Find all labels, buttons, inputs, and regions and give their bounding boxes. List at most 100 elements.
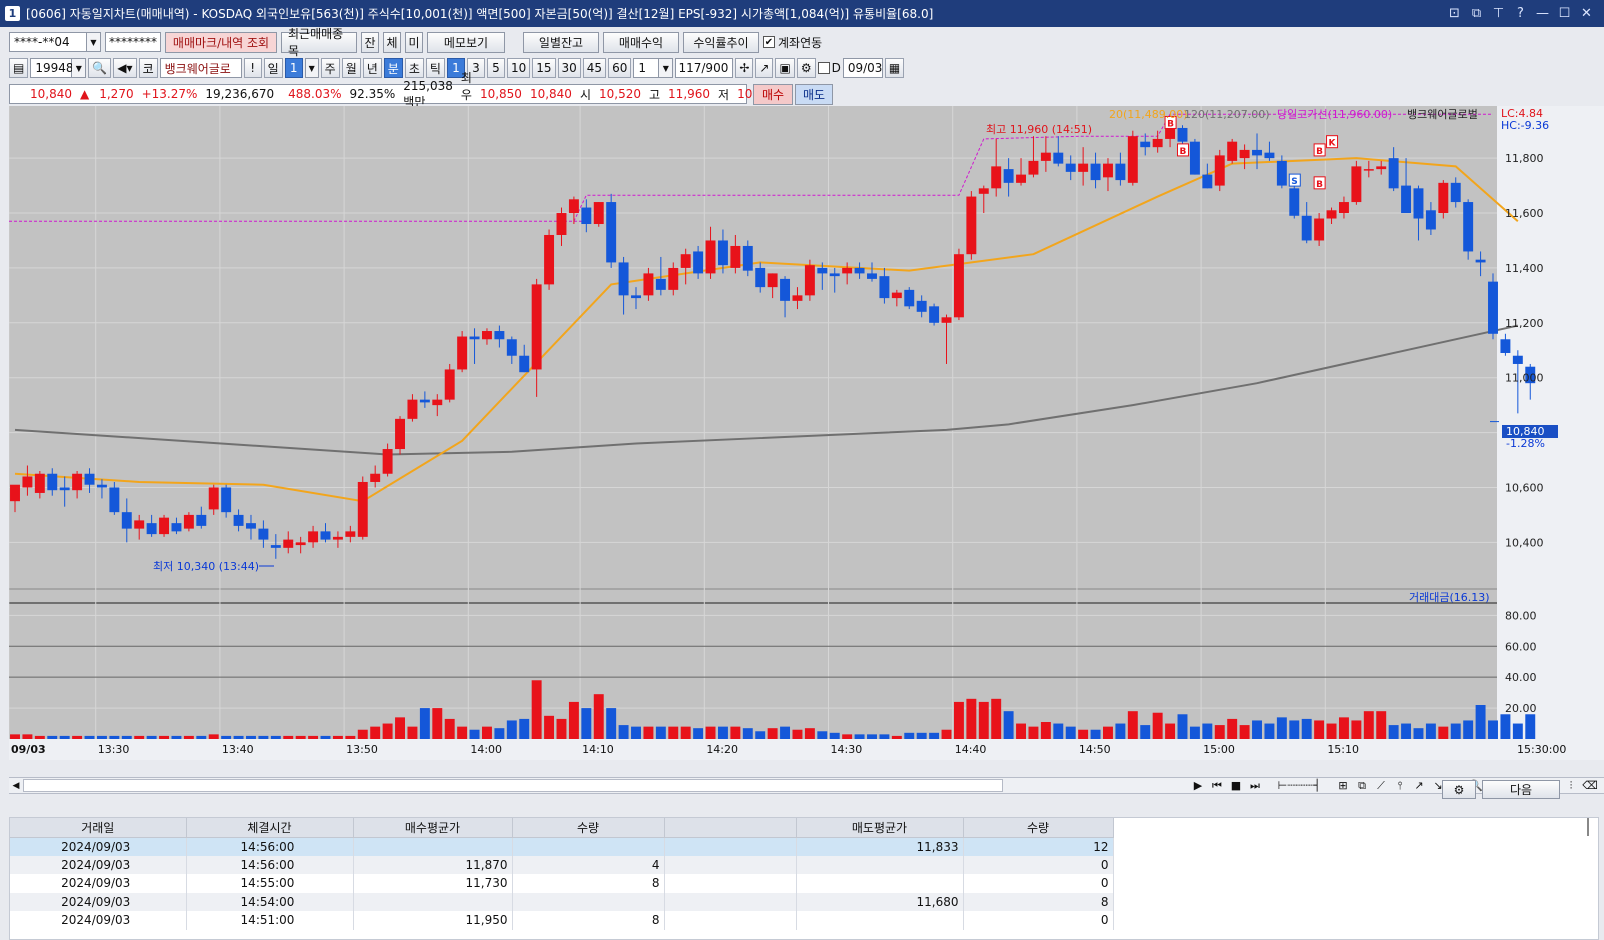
candlestick-chart[interactable]: BBSBBK 10,40010,60010,80011,00011,20011,… [9,106,1604,760]
stock-list-icon[interactable]: ▤ [9,58,29,78]
candle-body [1450,182,1461,203]
period-tick[interactable]: 틱 [425,58,445,78]
chevron-down-icon[interactable]: ▼ [87,32,101,52]
unexecuted-button[interactable]: 미 [405,31,423,53]
trade-mark-query-button[interactable]: 매매마크/내역 조회 [165,31,277,53]
speed-slider-icon[interactable]: ⊢┈┈┈┈┤ [1266,778,1332,794]
table-row[interactable]: 2024/09/03 14:51:00 11,950 8 0 [10,911,1114,930]
eraser-icon[interactable]: ⌫ [1582,778,1598,794]
period-year[interactable]: 년 [362,58,382,78]
layout-icon[interactable]: ⊞ [1335,778,1351,794]
grid-scrollbar[interactable] [1584,818,1592,938]
interval-30[interactable]: 30 [557,58,581,78]
interval-15[interactable]: 15 [532,58,556,78]
candle-body [96,484,107,488]
code-select[interactable]: 199480 ▼ [30,58,87,78]
candle-body [233,514,244,526]
chevron-down-icon[interactable]: ▼ [72,58,87,78]
crosshair-icon[interactable]: ✢ [735,58,754,78]
account-input[interactable]: ****-**04 [9,32,87,52]
volume-bar [643,726,654,739]
period-week[interactable]: 주 [320,58,340,78]
forward-icon[interactable]: ⏭ [1247,778,1263,794]
trend-tool-icon[interactable]: ↗ [1411,778,1427,794]
daily-balance-button[interactable]: 일별잔고 [523,31,599,53]
copy-icon[interactable]: ⧉ [1469,6,1484,21]
buy-button[interactable]: 매수 [753,83,793,105]
trade-profit-button[interactable]: 매매수익 [603,31,679,53]
period-minute[interactable]: 분 [383,58,403,78]
memo-button[interactable]: 메모보기 [427,31,505,53]
period-day[interactable]: 일 [263,58,283,78]
alert-button[interactable]: ! [243,58,262,78]
scroll-left-icon[interactable]: ◀ [9,781,23,791]
trend-tool-icon[interactable]: ↗ [755,58,774,78]
close-button[interactable]: ✕ [1579,6,1594,21]
period-second[interactable]: 초 [404,58,424,78]
play-icon[interactable]: ▶ [1190,778,1206,794]
period-month[interactable]: 월 [341,58,361,78]
table-row[interactable]: 2024/09/03 14:54:00 11,680 8 [10,892,1114,911]
executed-button[interactable]: 체 [383,31,401,53]
help-icon[interactable]: ? [1513,6,1528,21]
volume-bar [1103,726,1113,739]
period-day-count[interactable]: 1 [284,58,303,78]
return-trend-button[interactable]: 수익률추이 [683,31,759,53]
count-input[interactable]: 117/900 [675,58,734,78]
table-row[interactable]: 2024/09/03 14:56:00 11,833 12 [10,837,1114,856]
table-row[interactable]: 2024/09/03 14:56:00 11,870 4 0 [10,855,1114,874]
rewind-icon[interactable]: ⏮ [1209,778,1225,794]
sell-button[interactable]: 매도 [795,83,833,105]
candle-body [1227,141,1238,161]
quote-box: 10,840 ▲ 1,270 +13.27% 19,236,670 488.03… [9,71,779,119]
window-controls: ⊡ ⧉ ⊤ ? — ☐ ✕ [1447,0,1604,27]
scroll-thumb[interactable] [23,779,1003,792]
grid-scroll-thumb[interactable] [1587,818,1589,836]
chart-scrollbar[interactable]: ◀ ▶ ⏮ ■ ⏭ ⊢┈┈┈┈┤ ⊞ ⧉ ⟋ ⫯ ↗ ↘ ◇ 🔍 − + A ☰… [9,777,1604,794]
pin-icon[interactable]: ⊤ [1491,6,1506,21]
calendar-icon[interactable]: ▦ [884,58,905,78]
table-row[interactable]: 2024/09/03 14:55:00 11,730 8 0 [10,874,1114,893]
table-cell: 2024/09/03 [10,855,187,874]
minimize-button[interactable]: — [1535,6,1550,21]
save-icon[interactable]: ▣ [775,58,795,78]
balance-button[interactable]: 잔 [361,31,379,53]
gear-icon[interactable]: ⚙ [1442,780,1476,799]
unit-input[interactable]: 1 [633,58,660,78]
maximize-button[interactable]: ☐ [1557,6,1572,21]
volume-bar [693,728,704,739]
stop-icon[interactable]: ■ [1228,778,1244,794]
search-icon[interactable]: 🔍 [88,58,112,78]
chevron-down-icon[interactable]: ▼ [659,58,674,78]
password-input[interactable]: ******** [105,32,161,52]
candle-body [556,213,567,235]
date-checkbox[interactable] [817,62,830,74]
table-cell [512,892,665,911]
gear-icon[interactable]: ⚙ [796,58,816,78]
unit-select[interactable]: 1 ▼ [633,58,674,78]
volume-bar [1214,725,1225,739]
split-icon[interactable]: ⧉ [1354,778,1370,794]
low-label: 저 [718,87,730,102]
candle-body [1239,149,1250,159]
recent-trades-button[interactable]: 최근매매종목 [281,27,357,58]
date-input[interactable]: 09/03 [842,58,883,78]
volume-bar [742,728,753,739]
interval-60[interactable]: 60 [608,58,632,78]
account-select[interactable]: ****-**04 ▼ [9,32,101,52]
volume-bar [419,708,430,739]
line-tool-icon[interactable]: ⟋ [1373,778,1389,794]
link-icon[interactable]: ⊡ [1447,6,1462,21]
stock-code-input[interactable]: 199480 [30,58,81,78]
next-button[interactable]: 다음 [1482,780,1560,799]
volume-tick-label: 40.00 [1505,671,1537,684]
interval-5[interactable]: 5 [486,58,505,78]
check-icon[interactable]: ✔ [763,36,775,48]
chevron-down-icon[interactable]: ▼ [304,58,319,78]
fib-tool-icon[interactable]: ⫯ [1392,778,1408,794]
chart-tool-icon[interactable]: ⫶ [1563,778,1579,794]
sound-icon[interactable]: ◀▾ [113,58,137,78]
interval-10[interactable]: 10 [506,58,531,78]
account-link-checkbox[interactable]: ✔ 계좌연동 [763,34,822,51]
interval-45[interactable]: 45 [582,58,607,78]
